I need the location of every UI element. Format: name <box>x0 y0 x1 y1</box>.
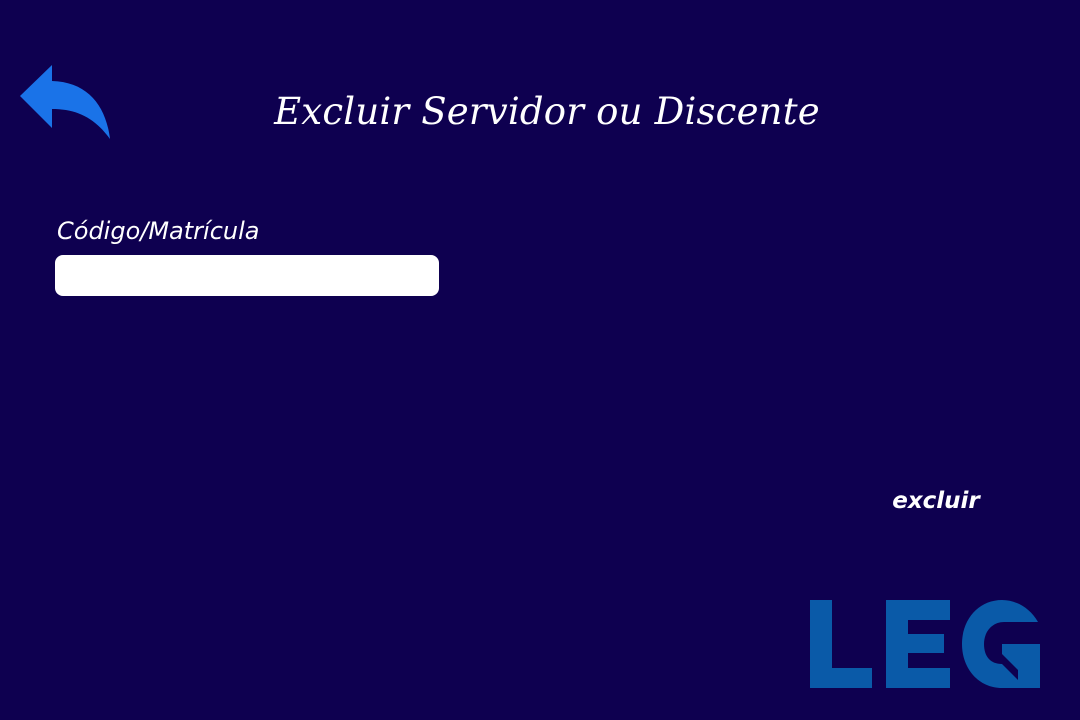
leg-logo <box>806 598 1046 690</box>
page-title: Excluir Servidor ou Discente <box>274 90 820 133</box>
delete-button[interactable]: excluir <box>880 482 992 520</box>
code-label: Código/Matrícula <box>57 217 260 245</box>
code-input[interactable] <box>55 255 439 296</box>
